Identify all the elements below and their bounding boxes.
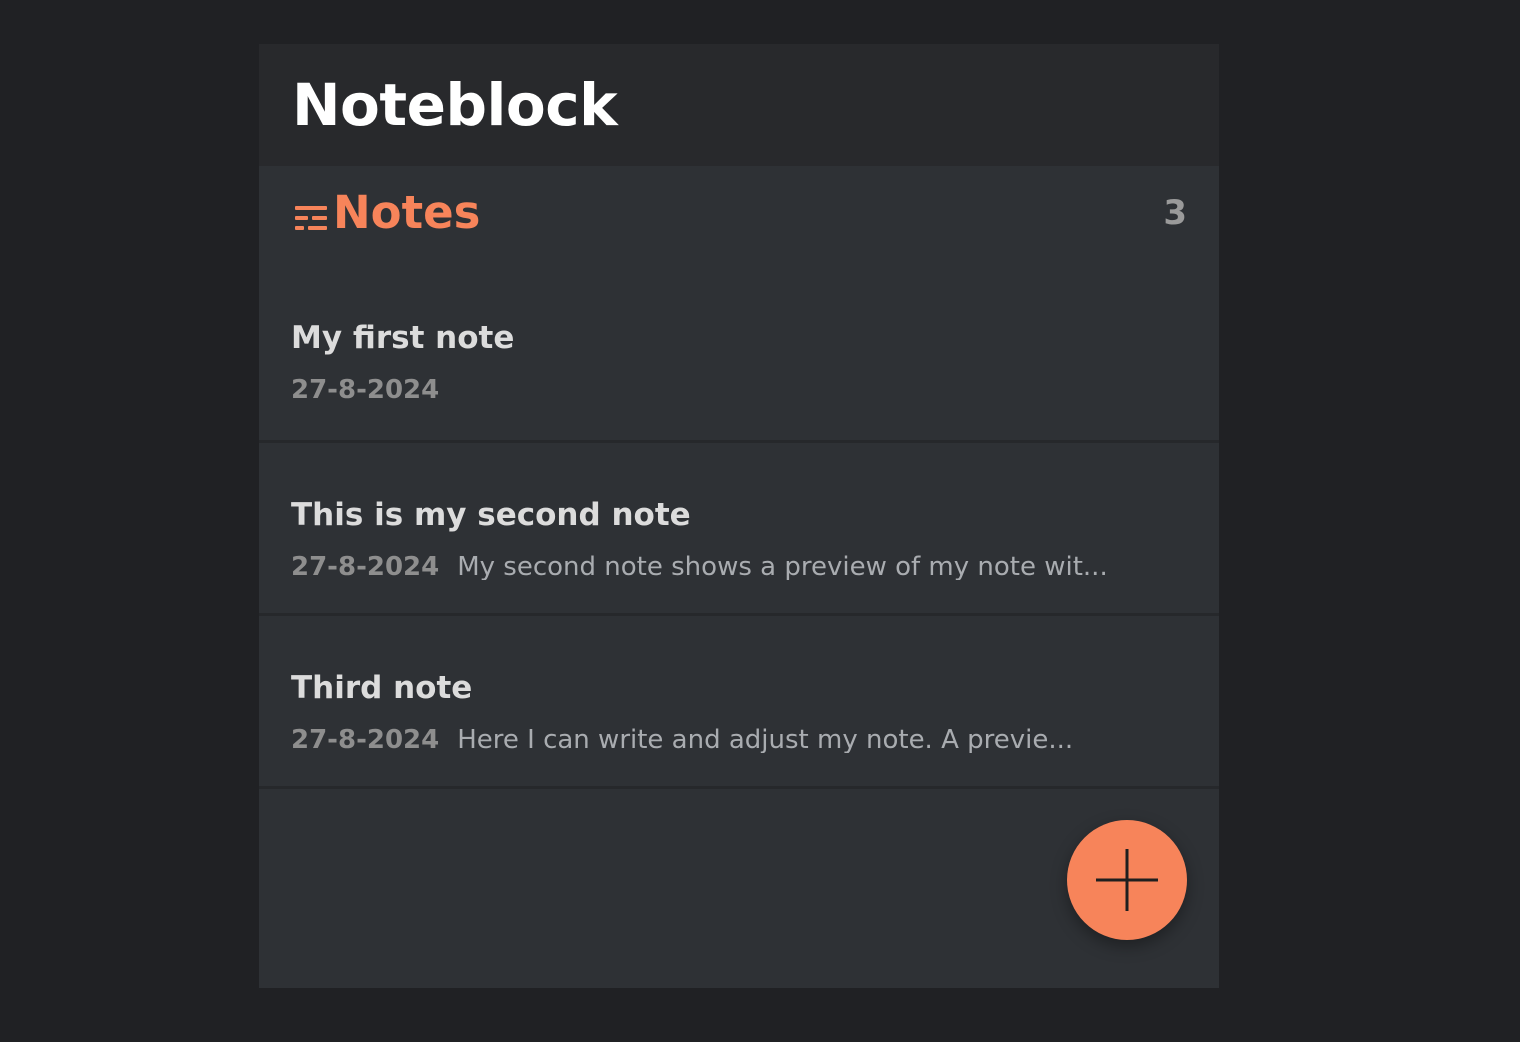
note-meta: 27-8-2024 Here I can write and adjust my…: [291, 727, 1219, 753]
note-date: 27-8-2024: [291, 725, 440, 755]
note-title: This is my second note: [291, 497, 691, 533]
app-title: Noteblock: [292, 71, 618, 139]
note-item[interactable]: Third note 27-8-2024 Here I can write an…: [259, 616, 1219, 789]
add-note-button[interactable]: [1067, 820, 1187, 940]
section-title-group: Notes: [295, 190, 480, 235]
list-icon: [295, 204, 327, 232]
note-preview: My second note shows a preview of my not…: [457, 554, 1108, 580]
note-meta: 27-8-2024: [291, 377, 1219, 403]
note-meta: 27-8-2024 My second note shows a preview…: [291, 554, 1219, 580]
note-preview: Here I can write and adjust my note. A p…: [457, 727, 1074, 753]
app-panel: Noteblock Notes 3 My first note 27-8-202…: [259, 44, 1219, 988]
plus-icon: [1096, 849, 1158, 911]
note-date: 27-8-2024: [291, 552, 440, 582]
note-item[interactable]: This is my second note 27-8-2024 My seco…: [259, 443, 1219, 616]
note-date: 27-8-2024: [291, 375, 440, 405]
notes-list: My first note 27-8-2024 This is my secon…: [259, 266, 1219, 789]
note-item[interactable]: My first note 27-8-2024: [259, 266, 1219, 443]
app-header: Noteblock: [259, 44, 1219, 166]
notes-section-header: Notes 3: [259, 166, 1219, 266]
note-count: 3: [1163, 193, 1187, 233]
section-title: Notes: [333, 186, 481, 239]
note-title: My first note: [291, 320, 515, 356]
note-title: Third note: [291, 670, 473, 706]
